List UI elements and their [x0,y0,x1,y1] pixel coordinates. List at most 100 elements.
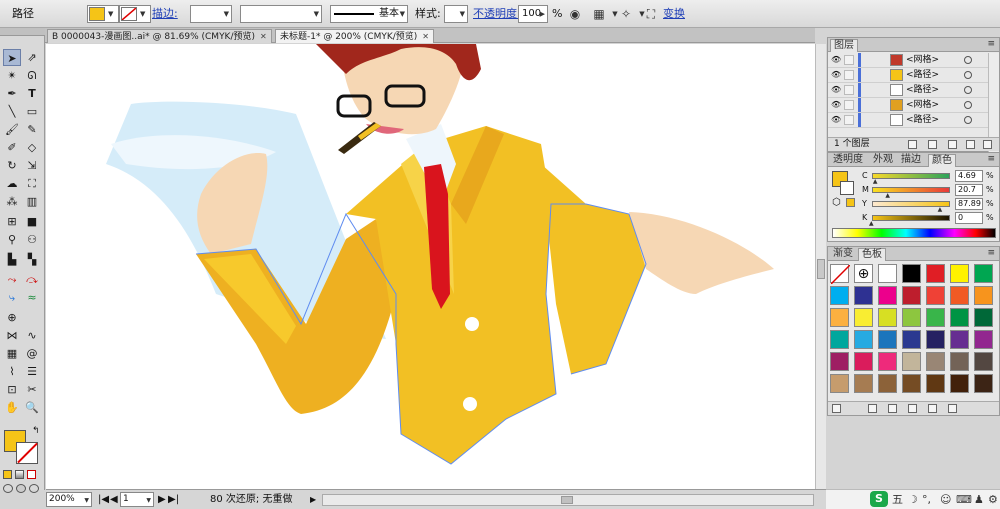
warp-icon[interactable]: ☁ [3,175,21,192]
next-artboard-icon[interactable]: ▶ [158,492,166,507]
color-swatch[interactable] [974,308,993,327]
twirl-icon[interactable]: @ [23,345,41,362]
keyboard-icon[interactable]: ⌨ [956,492,972,507]
eraser-icon[interactable]: ◇ [23,139,41,156]
lock-toggle[interactable] [844,70,854,80]
ime-logo[interactable]: S [870,491,888,507]
eye-icon[interactable]: 👁 [831,68,841,82]
color-swatch[interactable] [854,286,873,305]
graph-line-icon[interactable]: ⌇ [3,363,21,380]
opacity-field[interactable]: 100 ▶ [518,5,548,23]
color-swatch[interactable] [902,352,921,371]
lasso-icon[interactable]: ᘏ [23,67,41,84]
slider-handle[interactable]: ▲ [869,221,874,227]
first-artboard-icon[interactable]: |◀ [98,492,109,507]
color-spectrum[interactable] [832,228,996,238]
color-swatch[interactable] [878,352,897,371]
color-swatch[interactable] [902,330,921,349]
color-swatch[interactable] [878,286,897,305]
artboard-canvas[interactable] [46,44,815,489]
crosshair-icon[interactable]: ⊕ [3,309,21,326]
direct-selection-icon[interactable]: ⇗ [23,49,41,66]
color-swatch[interactable] [854,330,873,349]
free-transform-icon[interactable]: ⛶ [23,175,41,192]
tools-icon[interactable]: ⚙ [988,492,998,507]
transform-icon[interactable]: ⛶ [642,5,660,23]
color-swatch[interactable] [950,286,969,305]
draw-normal-icon[interactable] [3,484,13,493]
artboard-icon[interactable]: ⊡ [3,381,21,398]
magic-wand-icon[interactable]: ✴ [3,67,21,84]
color-swatch[interactable] [854,374,873,393]
color-swatch[interactable] [926,352,945,371]
new-color-group-icon[interactable] [908,404,917,413]
color-swatch[interactable] [854,352,873,371]
channel-value[interactable]: 20.7 [955,184,983,196]
color-swatch[interactable] [830,374,849,393]
opacity-panel-link[interactable]: 不透明度: [473,5,521,23]
document-tab-1[interactable]: B 0000043-漫画图..ai* @ 81.69% (CMYK/预览) ✕ [47,29,272,43]
type-icon[interactable]: T [23,85,41,102]
color-swatch[interactable] [878,264,897,283]
target-icon[interactable] [964,71,972,79]
color-swatch[interactable] [830,330,849,349]
tab-stroke[interactable]: 描边 [898,154,924,167]
target-icon[interactable] [964,56,972,64]
show-kinds-icon[interactable] [868,404,877,413]
document-tab-2[interactable]: 未标题-1* @ 200% (CMYK/预览) ✕ [275,29,434,43]
color-swatch[interactable] [926,374,945,393]
tab-appearance[interactable]: 外观 [870,154,896,167]
none-mode-icon[interactable] [27,470,36,479]
color-swatch[interactable] [830,308,849,327]
color-swatch[interactable] [902,374,921,393]
color-swatch[interactable] [902,308,921,327]
target-icon[interactable] [964,116,972,124]
color-swatch[interactable] [950,308,969,327]
gradient-icon[interactable]: ■ [23,213,41,230]
width-icon[interactable]: ⤼ [23,271,41,288]
mesh-icon[interactable]: ⊞ [3,213,21,230]
channel-slider[interactable] [872,187,950,193]
color-swatch[interactable] [974,330,993,349]
variable-width-profile[interactable]: ▼ [240,5,322,23]
eye-icon[interactable]: 👁 [831,53,841,67]
channel-slider[interactable] [872,215,950,221]
slice-icon[interactable]: ✂ [23,381,41,398]
channel-value[interactable]: 4.69 [955,170,983,182]
scale-icon[interactable]: ⇲ [23,157,41,174]
tab-swatches[interactable]: 色板 [858,248,886,261]
close-icon[interactable]: ✕ [260,32,267,41]
new-layer-icon[interactable] [966,140,975,149]
color-swatch[interactable] [950,352,969,371]
color-swatch[interactable] [854,308,873,327]
rectangle-icon[interactable]: ▭ [23,103,41,120]
graphic-style-picker[interactable]: ▼ [444,5,468,23]
last-artboard-icon[interactable]: ▶| [168,492,179,507]
recolor-artwork-icon[interactable]: ◉ [566,5,584,23]
layer-row[interactable]: 👁 <路径> [828,83,988,98]
eye-icon[interactable]: 👁 [831,113,841,127]
color-swatch[interactable] [950,330,969,349]
emoji-icon[interactable]: ☺ [940,492,951,507]
stroke-color-box[interactable] [16,442,38,464]
color-swatch[interactable] [830,352,849,371]
color-swatch[interactable] [974,264,993,283]
swatch-none[interactable] [830,264,850,284]
color-swatch[interactable] [950,264,969,283]
channel-slider[interactable] [872,173,950,179]
new-swatch-icon[interactable] [928,404,937,413]
locate-object-icon[interactable] [908,140,917,149]
color-mode-icon[interactable] [3,470,12,479]
line-icon[interactable]: ╲ [3,103,21,120]
color-swatch[interactable] [926,308,945,327]
panel-menu-icon[interactable]: ≡ [987,39,995,49]
hand-icon[interactable]: ✋ [3,399,21,416]
eye-icon[interactable]: 👁 [831,98,841,112]
perspective-select-icon[interactable]: ≈ [23,289,41,306]
horizontal-scrollbar[interactable] [322,494,814,506]
trash-icon[interactable] [983,140,992,149]
pen-icon[interactable]: ✒ [3,85,21,102]
target-icon[interactable] [964,101,972,109]
color-swatch[interactable] [950,374,969,393]
stroke-weight-field[interactable]: ▼ [190,5,232,23]
